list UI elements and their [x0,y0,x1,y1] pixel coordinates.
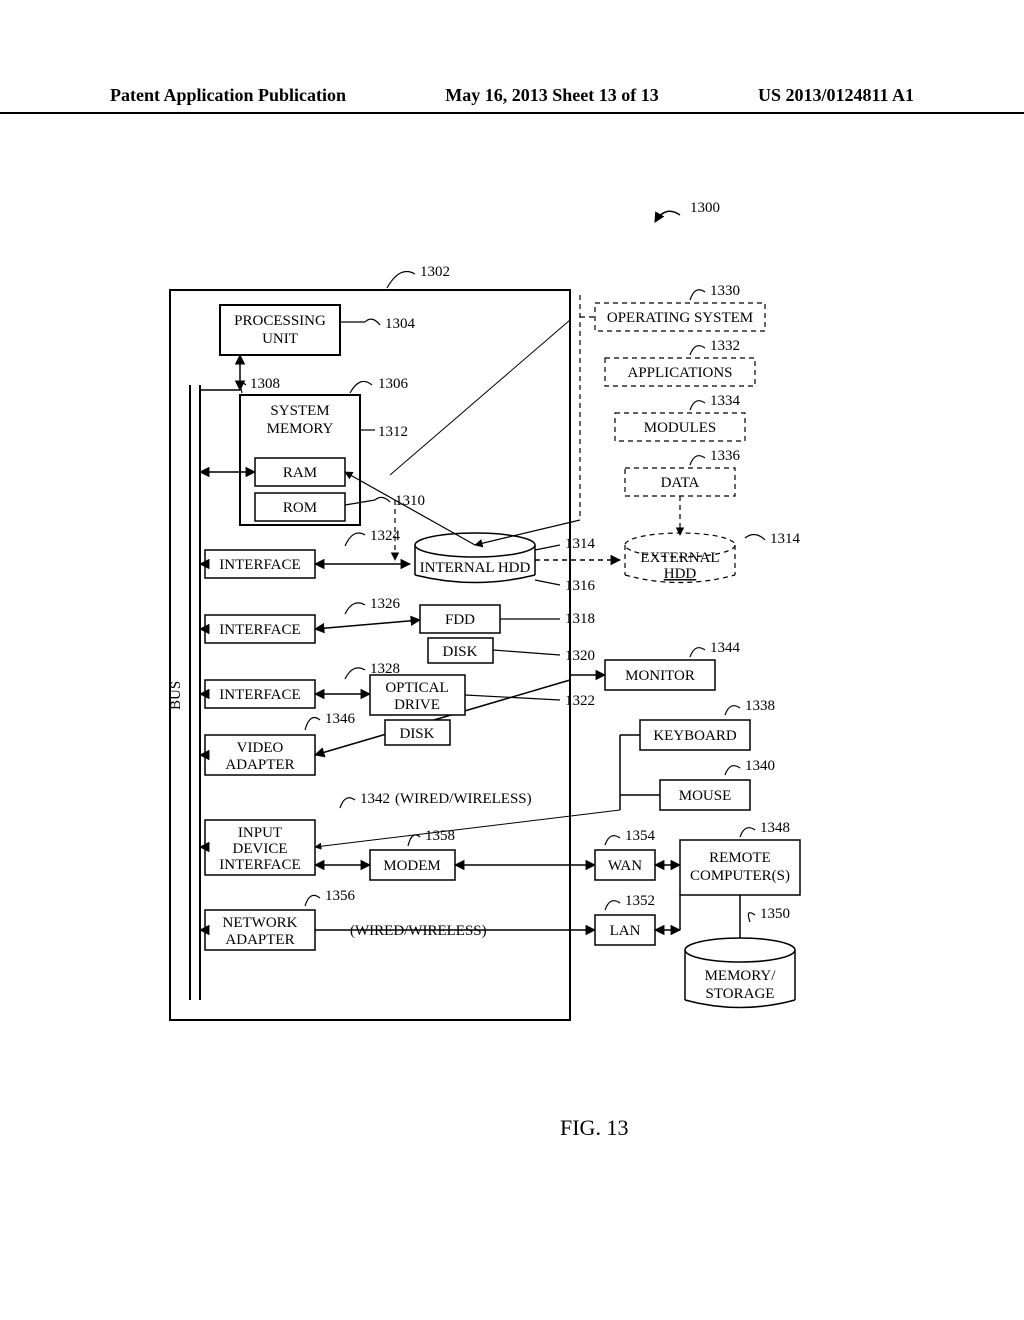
header-left: Patent Application Publication [110,85,346,106]
ref-1334: 1334 [710,393,741,409]
ref-1346: 1346 [325,711,356,727]
ram-label: RAM [283,465,317,481]
wan-label: WAN [608,858,642,874]
ref-1308: 1308 [250,376,280,392]
ref-1322: 1322 [565,693,595,709]
optical-2: DRIVE [394,697,440,713]
ref-1320: 1320 [565,648,595,664]
ref-1304: 1304 [385,316,416,332]
ref-1312: 1312 [378,424,408,440]
ref-1314: 1314 [565,536,596,552]
internal-hdd: INTERNAL HDD [420,560,531,576]
ref-1310: 1310 [395,493,425,509]
input-3: INTERFACE [219,857,300,873]
figure-label: FIG. 13 [560,1115,628,1141]
monitor-label: MONITOR [625,668,695,684]
ref-1306: 1306 [378,376,409,392]
os-label: OPERATING SYSTEM [607,310,753,326]
wired-wireless-2: (WIRED/WIRELESS) [350,923,487,939]
remote-1: REMOTE [709,850,771,866]
ref-1354: 1354 [625,828,656,844]
fdd-label: FDD [445,612,475,628]
apps-label: APPLICATIONS [627,365,732,381]
memory-2: STORAGE [706,986,775,1002]
ref-1314b: 1314 [770,531,801,547]
network-1: NETWORK [223,915,298,931]
optical-1: OPTICAL [385,680,448,696]
rom-label: ROM [283,500,317,516]
ref-1352: 1352 [625,893,655,909]
wired-wireless-1: (WIRED/WIRELESS) [395,791,532,807]
video-2: ADAPTER [225,757,294,773]
ref-1338: 1338 [745,698,775,714]
modules-label: MODULES [644,420,717,436]
ref-1330: 1330 [710,283,740,299]
diagram: 1300 1302 BUS PROCESSING UNIT 1304 SYSTE… [150,190,910,1095]
keyboard-label: KEYBOARD [653,728,737,744]
ref-1302: 1302 [420,264,450,280]
ref-1340: 1340 [745,758,775,774]
input-2: DEVICE [233,841,288,857]
ref-1348: 1348 [760,820,790,836]
ref-1332: 1332 [710,338,740,354]
disk-1: DISK [442,644,477,660]
processing-unit-1: PROCESSING [234,313,326,329]
ref-1300: 1300 [690,200,720,216]
ref-1356: 1356 [325,888,356,904]
ref-1324: 1324 [370,528,401,544]
ref-1316: 1316 [565,578,596,594]
ref-1326: 1326 [370,596,401,612]
ref-1336: 1336 [710,448,741,464]
data-label: DATA [661,475,700,491]
video-1: VIDEO [237,740,284,756]
bus-label: BUS [168,681,184,710]
ref-1342: 1342 [360,791,390,807]
header-middle: May 16, 2013 Sheet 13 of 13 [445,85,658,106]
system-memory-1: SYSTEM [270,403,329,419]
input-1: INPUT [238,825,282,841]
header-right: US 2013/0124811 A1 [758,85,914,106]
ext-hdd-1: EXTERNAL [640,550,719,566]
mouse-label: MOUSE [679,788,732,804]
processing-unit-2: UNIT [262,331,298,347]
system-memory-2: MEMORY [267,421,334,437]
interface-1324: INTERFACE [219,557,300,573]
ref-1344: 1344 [710,640,741,656]
ref-1350: 1350 [760,906,790,922]
ref-1318: 1318 [565,611,595,627]
modem-label: MODEM [383,858,441,874]
disk-2: DISK [399,726,434,742]
remote-2: COMPUTER(S) [690,868,790,884]
network-2: ADAPTER [225,932,294,948]
ext-hdd-2: HDD [664,566,697,582]
lan-label: LAN [610,923,641,939]
memory-1: MEMORY/ [705,968,777,984]
page-header: Patent Application Publication May 16, 2… [0,85,1024,114]
interface-1326: INTERFACE [219,622,300,638]
interface-1328: INTERFACE [219,687,300,703]
